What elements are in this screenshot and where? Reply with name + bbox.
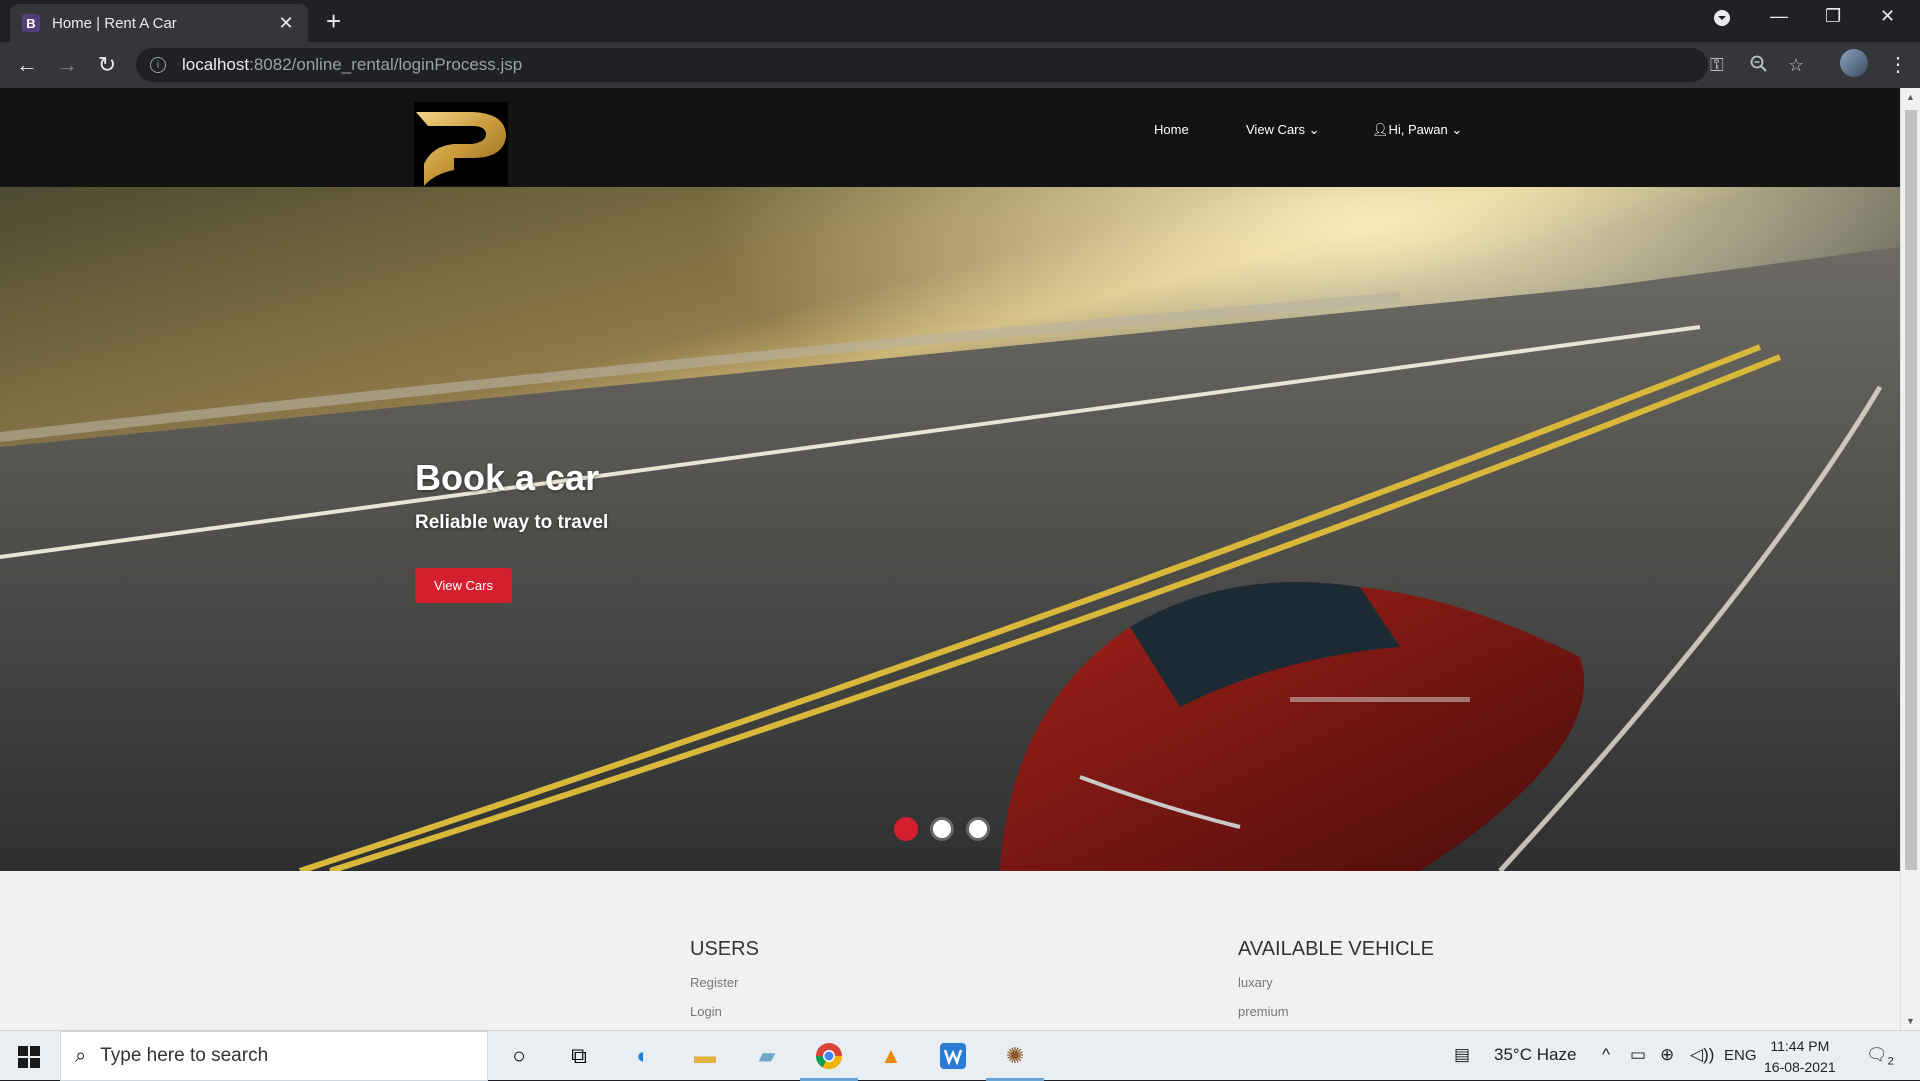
- notifications-icon[interactable]: 🗨︎2: [1866, 1045, 1894, 1067]
- footer-vehicle-column: AVAILABLE VEHICLE luxary premium: [1238, 938, 1434, 1030]
- site-header: Home View Cars ⌄ 👤︎Hi, Pawan ⌄: [0, 88, 1900, 187]
- window-close-icon[interactable]: ✕: [1880, 6, 1895, 27]
- site-logo[interactable]: [414, 102, 508, 186]
- edge-browser-icon[interactable]: ◐: [626, 1039, 660, 1073]
- hero-title: Book a car: [415, 457, 600, 498]
- hero-background-image: [0, 187, 1900, 871]
- chevron-down-icon: ⌄: [1308, 122, 1320, 137]
- footer-premium-link[interactable]: premium: [1238, 1004, 1434, 1019]
- nav-view-cars-dropdown[interactable]: View Cars ⌄: [1246, 122, 1320, 138]
- browser-tabstrip: B Home | Rent A Car ✕ + — ❐ ✕: [0, 0, 1920, 42]
- windows-taskbar: ⌕ Type here to search ○ ⧉ ◐ ▬ ▰ ▲ ✺ ▤ 35…: [0, 1030, 1920, 1081]
- clock-date: 16-08-2021: [1764, 1059, 1836, 1075]
- battery-icon[interactable]: ▭: [1630, 1045, 1646, 1065]
- scroll-up-arrow-icon[interactable]: ▲: [1906, 92, 1915, 102]
- tab-title: Home | Rent A Car: [52, 14, 177, 32]
- zoom-icon[interactable]: [1750, 55, 1768, 78]
- taskbar-search-box[interactable]: ⌕ Type here to search: [60, 1031, 488, 1081]
- minimize-icon[interactable]: —: [1770, 6, 1788, 27]
- tab-close-icon[interactable]: ✕: [276, 13, 296, 34]
- browser-menu-icon[interactable]: ⋮: [1888, 52, 1908, 77]
- password-key-icon[interactable]: ⚿: [1710, 55, 1724, 76]
- reload-icon[interactable]: ↻: [93, 51, 121, 79]
- carousel-indicator-1[interactable]: [894, 817, 918, 841]
- chevron-down-icon: ⌄: [1451, 122, 1463, 137]
- footer-login-link[interactable]: Login: [690, 1004, 759, 1019]
- weather-text[interactable]: 35°C Haze: [1494, 1045, 1576, 1065]
- hero-carousel: Book a car Reliable way to travel View C…: [0, 187, 1900, 871]
- restore-icon[interactable]: ❐: [1825, 6, 1841, 27]
- footer-register-link[interactable]: Register: [690, 975, 759, 990]
- browser-toolbar: ← → ↻ i localhost:8082/online_rental/log…: [0, 42, 1920, 88]
- language-indicator[interactable]: ENG: [1724, 1047, 1757, 1064]
- tab-search-icon[interactable]: [1712, 8, 1732, 33]
- clock-time: 11:44 PM: [1770, 1038, 1830, 1054]
- hero-subtitle: Reliable way to travel: [415, 512, 609, 533]
- bootstrap-favicon-icon: B: [22, 14, 40, 32]
- chrome-icon[interactable]: [812, 1039, 846, 1073]
- taskbar-search-placeholder: Type here to search: [100, 1045, 269, 1066]
- scroll-down-arrow-icon[interactable]: ▼: [1906, 1016, 1915, 1026]
- network-icon[interactable]: ⊕: [1660, 1045, 1674, 1065]
- notification-count: 2: [1887, 1055, 1894, 1068]
- tray-expand-icon[interactable]: ^: [1602, 1045, 1610, 1065]
- footer-users-heading: USERS: [690, 938, 759, 960]
- page-scrollbar[interactable]: ▲ ▼: [1900, 88, 1920, 1030]
- new-tab-button[interactable]: +: [326, 7, 341, 35]
- scroll-thumb[interactable]: [1905, 110, 1917, 870]
- search-icon: ⌕: [75, 1044, 87, 1067]
- cortana-icon[interactable]: ○: [502, 1039, 536, 1073]
- back-icon[interactable]: ←: [13, 51, 41, 79]
- windows-start-icon[interactable]: [18, 1046, 40, 1068]
- user-icon: 👤︎: [1372, 122, 1389, 137]
- nav-user-dropdown[interactable]: 👤︎Hi, Pawan ⌄: [1372, 122, 1462, 138]
- browser-tab[interactable]: B Home | Rent A Car ✕: [10, 4, 308, 42]
- page-viewport: Home View Cars ⌄ 👤︎Hi, Pawan ⌄ Book a ca…: [0, 88, 1920, 1030]
- profile-avatar[interactable]: [1840, 49, 1868, 77]
- notepad-app-icon[interactable]: ▰: [750, 1039, 784, 1073]
- footer-vehicle-heading: AVAILABLE VEHICLE: [1238, 938, 1435, 960]
- file-explorer-icon[interactable]: ▬: [688, 1039, 722, 1073]
- weather-icon[interactable]: ▤: [1454, 1045, 1470, 1065]
- wps-writer-icon[interactable]: [936, 1039, 970, 1073]
- vlc-icon[interactable]: ▲: [874, 1039, 908, 1073]
- footer-users-column: USERS Register Login: [690, 938, 759, 1030]
- address-bar[interactable]: i localhost:8082/online_rental/loginProc…: [136, 48, 1804, 82]
- game-app-icon[interactable]: ✺: [998, 1039, 1032, 1073]
- site-info-icon[interactable]: i: [150, 57, 166, 73]
- url-text: localhost:8082/online_rental/loginProces…: [182, 55, 523, 74]
- carousel-indicator-3[interactable]: [966, 817, 990, 841]
- carousel-indicator-2[interactable]: [930, 817, 954, 841]
- forward-icon[interactable]: →: [53, 51, 81, 79]
- footer-luxary-link[interactable]: luxary: [1238, 975, 1434, 990]
- bookmark-star-icon[interactable]: ☆: [1788, 55, 1804, 76]
- taskbar-clock[interactable]: 11:44 PM 16-08-2021: [1764, 1036, 1836, 1078]
- nav-home-link[interactable]: Home: [1154, 122, 1189, 137]
- volume-icon[interactable]: ◁)): [1690, 1045, 1714, 1065]
- task-view-icon[interactable]: ⧉: [562, 1039, 596, 1073]
- view-cars-button[interactable]: View Cars: [415, 568, 512, 603]
